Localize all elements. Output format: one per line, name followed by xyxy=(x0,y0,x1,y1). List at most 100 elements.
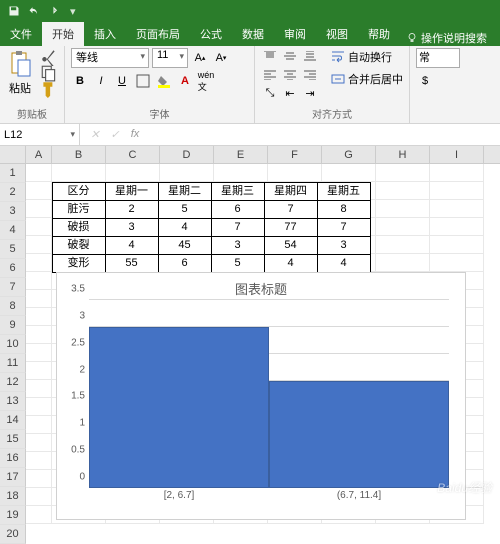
row-header[interactable]: 19 xyxy=(0,506,26,525)
cell[interactable] xyxy=(376,236,430,254)
cell[interactable] xyxy=(26,326,52,344)
tab-view[interactable]: 视图 xyxy=(316,22,358,46)
table-cell[interactable]: 变形 xyxy=(52,254,106,273)
enter-formula-button[interactable]: ✓ xyxy=(108,128,122,141)
table-cell[interactable]: 4 xyxy=(105,236,159,255)
copy-button[interactable] xyxy=(40,64,58,78)
table-cell[interactable]: 4 xyxy=(317,254,371,273)
table-cell[interactable]: 破损 xyxy=(52,218,106,237)
column-header[interactable]: F xyxy=(268,146,322,163)
cell[interactable] xyxy=(430,236,484,254)
currency-button[interactable]: $ xyxy=(416,72,434,90)
row-header[interactable]: 15 xyxy=(0,430,26,449)
cell[interactable] xyxy=(26,164,52,182)
row-header[interactable]: 20 xyxy=(0,525,26,544)
row-header[interactable]: 3 xyxy=(0,202,26,221)
row-header[interactable]: 8 xyxy=(0,297,26,316)
cell[interactable] xyxy=(26,218,52,236)
row-header[interactable]: 10 xyxy=(0,335,26,354)
table-cell[interactable]: 脏污 xyxy=(52,200,106,219)
chart-bar[interactable] xyxy=(89,327,269,488)
tab-formulas[interactable]: 公式 xyxy=(190,22,232,46)
column-header[interactable]: H xyxy=(376,146,430,163)
cell[interactable] xyxy=(26,452,52,470)
table-cell[interactable]: 8 xyxy=(317,200,371,219)
tab-layout[interactable]: 页面布局 xyxy=(126,22,190,46)
table-header-cell[interactable]: 区分 xyxy=(52,182,106,201)
table-header-cell[interactable]: 星期四 xyxy=(264,182,318,201)
row-header[interactable]: 2 xyxy=(0,183,26,202)
table-header-cell[interactable]: 星期五 xyxy=(317,182,371,201)
bold-button[interactable]: B xyxy=(71,72,89,90)
align-center-button[interactable] xyxy=(281,67,299,83)
cell[interactable] xyxy=(376,164,430,182)
embedded-chart[interactable]: 图表标题 00.511.522.533.5 [2, 6.7](6.7, 11.4… xyxy=(56,272,466,520)
cell[interactable] xyxy=(268,164,322,182)
merge-center-button[interactable]: 合并后居中 xyxy=(331,70,403,88)
cell[interactable] xyxy=(430,254,484,272)
column-header[interactable]: G xyxy=(322,146,376,163)
cell[interactable] xyxy=(430,182,484,200)
cell[interactable] xyxy=(26,380,52,398)
row-header[interactable]: 5 xyxy=(0,240,26,259)
align-middle-button[interactable] xyxy=(281,48,299,64)
font-color-button[interactable]: A xyxy=(176,72,194,90)
align-right-button[interactable] xyxy=(301,67,319,83)
column-header[interactable]: I xyxy=(430,146,484,163)
undo-button[interactable] xyxy=(26,3,42,19)
chart-bar[interactable] xyxy=(269,381,449,488)
table-cell[interactable]: 3 xyxy=(105,218,159,237)
table-cell[interactable]: 7 xyxy=(211,218,265,237)
column-header[interactable]: E xyxy=(214,146,268,163)
cell[interactable] xyxy=(322,164,376,182)
align-bottom-button[interactable] xyxy=(301,48,319,64)
tab-insert[interactable]: 插入 xyxy=(84,22,126,46)
cell[interactable] xyxy=(430,218,484,236)
save-button[interactable] xyxy=(6,3,22,19)
worksheet-grid[interactable]: ABCDEFGHI 123456789101112131415161718192… xyxy=(0,146,500,544)
cell[interactable] xyxy=(376,254,430,272)
table-cell[interactable]: 77 xyxy=(264,218,318,237)
tab-review[interactable]: 审阅 xyxy=(274,22,316,46)
cell[interactable] xyxy=(376,218,430,236)
row-header[interactable]: 18 xyxy=(0,487,26,506)
tab-file[interactable]: 文件 xyxy=(0,22,42,46)
fill-color-button[interactable] xyxy=(155,72,173,90)
cell[interactable] xyxy=(26,398,52,416)
row-header[interactable]: 17 xyxy=(0,468,26,487)
cell[interactable] xyxy=(26,272,52,290)
paste-button[interactable]: 粘贴 xyxy=(6,48,34,98)
font-name-select[interactable]: 等线 xyxy=(71,48,149,68)
table-cell[interactable]: 4 xyxy=(264,254,318,273)
cancel-formula-button[interactable]: ✕ xyxy=(88,128,102,141)
table-cell[interactable]: 6 xyxy=(211,200,265,219)
redo-button[interactable] xyxy=(46,3,62,19)
cell[interactable] xyxy=(26,254,52,272)
column-header[interactable]: C xyxy=(106,146,160,163)
table-header-cell[interactable]: 星期二 xyxy=(158,182,212,201)
table-cell[interactable]: 7 xyxy=(317,218,371,237)
row-header[interactable]: 4 xyxy=(0,221,26,240)
row-header[interactable]: 6 xyxy=(0,259,26,278)
chart-title[interactable]: 图表标题 xyxy=(57,273,465,300)
cell[interactable] xyxy=(160,164,214,182)
column-header[interactable]: A xyxy=(26,146,52,163)
font-size-select[interactable]: 11 xyxy=(152,48,188,68)
table-cell[interactable]: 55 xyxy=(105,254,159,273)
cell[interactable] xyxy=(106,164,160,182)
cell[interactable] xyxy=(26,362,52,380)
wrap-text-button[interactable]: 自动换行 xyxy=(331,48,403,66)
cell[interactable] xyxy=(26,416,52,434)
row-header[interactable]: 9 xyxy=(0,316,26,335)
cell[interactable] xyxy=(26,488,52,506)
data-table[interactable]: 区分星期一星期二星期三星期四星期五脏污25678破损347777破裂445354… xyxy=(52,182,370,272)
row-header[interactable]: 11 xyxy=(0,354,26,373)
table-cell[interactable]: 5 xyxy=(211,254,265,273)
table-cell[interactable]: 破裂 xyxy=(52,236,106,255)
italic-button[interactable]: I xyxy=(92,72,110,90)
align-top-button[interactable] xyxy=(261,48,279,64)
table-cell[interactable]: 54 xyxy=(264,236,318,255)
table-cell[interactable]: 5 xyxy=(158,200,212,219)
cell[interactable] xyxy=(430,164,484,182)
align-left-button[interactable] xyxy=(261,67,279,83)
